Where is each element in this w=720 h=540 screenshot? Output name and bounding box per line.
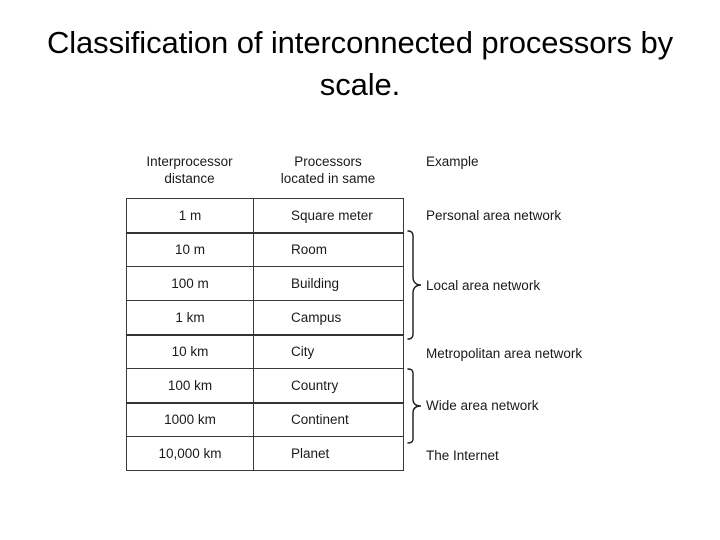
cell-location: Country — [253, 368, 404, 404]
cell-location: Planet — [253, 436, 404, 471]
cell-distance: 10 m — [126, 232, 254, 267]
column-header-example: Example — [426, 154, 479, 169]
example-label-metropolitan-area-network: Metropolitan area network — [426, 346, 583, 361]
scale-table: 1 m Square meter 10 m Room 100 m Buildin… — [126, 198, 404, 471]
table-row: 10 km City — [126, 334, 404, 369]
table-row: 10,000 km Planet — [126, 436, 404, 471]
scale-classification-figure: Interprocessor distance Processors locat… — [0, 0, 720, 540]
cell-distance: 1 km — [126, 300, 254, 336]
column-header-processors-located-in-same: Processors located in same — [253, 153, 403, 188]
table-row: 100 km Country — [126, 368, 404, 404]
cell-location: Campus — [253, 300, 404, 336]
example-label-wide-area-network: Wide area network — [426, 398, 539, 413]
cell-location: Building — [253, 266, 404, 301]
column-header-line-1: Interprocessor — [146, 154, 233, 169]
table-row: 10 m Room — [126, 232, 404, 267]
table-row: 1 m Square meter — [126, 198, 404, 234]
table-row: 100 m Building — [126, 266, 404, 301]
table-row: 1000 km Continent — [126, 402, 404, 437]
example-label-personal-area-network: Personal area network — [426, 208, 562, 223]
cell-distance: 1000 km — [126, 402, 254, 437]
column-header-interprocessor-distance: Interprocessor distance — [126, 153, 253, 188]
example-label-local-area-network: Local area network — [426, 278, 541, 293]
cell-location: Continent — [253, 402, 404, 437]
table-row: 1 km Campus — [126, 300, 404, 336]
column-header-line-2: distance — [164, 171, 215, 187]
cell-location: Room — [253, 232, 404, 267]
cell-location: Square meter — [253, 198, 404, 234]
cell-distance: 10 km — [126, 334, 254, 369]
column-header-line-2: located in same — [280, 171, 376, 187]
cell-distance: 1 m — [126, 198, 254, 234]
cell-distance: 100 km — [126, 368, 254, 404]
table-body: 1 m Square meter 10 m Room 100 m Buildin… — [126, 198, 404, 471]
cell-location: City — [253, 334, 404, 369]
cell-distance: 10,000 km — [126, 436, 254, 471]
column-header-line-1: Processors — [294, 154, 362, 169]
example-label-the-internet: The Internet — [426, 448, 499, 463]
cell-distance: 100 m — [126, 266, 254, 301]
curly-brace-icon-wide-area-network — [406, 368, 423, 444]
curly-brace-icon-local-area-network — [406, 230, 423, 340]
